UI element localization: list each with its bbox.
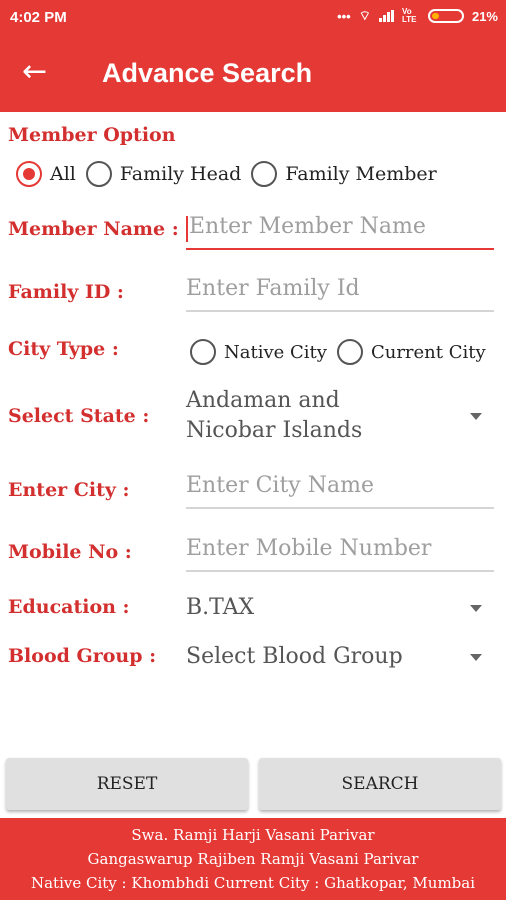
state-dropdown[interactable]: Andaman and Nicobar Islands	[186, 386, 494, 450]
app-bar: ← Advance Search	[0, 36, 506, 112]
city-type-radio-group: Native City Current City	[190, 339, 486, 365]
member-name-input[interactable]: Enter Member Name	[186, 208, 494, 250]
footer-line-3: Native City : Khombhdi Current City : Gh…	[30, 874, 476, 892]
mobile-input[interactable]: Enter Mobile Number	[186, 530, 494, 572]
dropdown-arrow-icon	[470, 605, 482, 612]
back-arrow-icon[interactable]: ←	[22, 54, 58, 90]
radio-family-head[interactable]: Family Head	[85, 161, 251, 187]
notification-dots-icon: •••	[337, 8, 351, 24]
state-value-line1: Andaman and	[186, 388, 340, 413]
member-option-label: Member Option	[8, 124, 176, 146]
reset-button[interactable]: RESET	[6, 758, 248, 810]
footer: Swa. Ramji Harji Vasani Parivar Gangaswa…	[0, 818, 506, 900]
volte-icon: Vo LTE	[401, 7, 417, 24]
family-id-label: Family ID :	[8, 281, 124, 303]
radio-checked-icon	[16, 161, 42, 187]
radio-unchecked-icon	[85, 161, 112, 187]
city-placeholder: Enter City Name	[186, 473, 374, 498]
text-caret	[186, 216, 188, 242]
radio-native-city[interactable]: Native City	[190, 339, 337, 365]
radio-unchecked-icon	[190, 339, 216, 365]
family-id-placeholder: Enter Family Id	[186, 276, 360, 301]
radio-unchecked-icon	[251, 161, 278, 187]
mobile-placeholder: Enter Mobile Number	[186, 536, 432, 561]
blood-group-dropdown[interactable]: Select Blood Group	[186, 639, 494, 675]
radio-label-all: All	[50, 163, 76, 185]
select-state-label: Select State :	[8, 405, 150, 427]
member-name-placeholder: Enter Member Name	[189, 214, 426, 239]
signal-icon	[378, 10, 394, 22]
education-dropdown[interactable]: B.TAX	[186, 590, 494, 626]
status-indicators: ••• ⌔ Vo LTE 21%	[337, 7, 498, 25]
education-label: Education :	[8, 596, 130, 618]
radio-current-city[interactable]: Current City	[336, 339, 486, 365]
radio-label-native-city: Native City	[224, 341, 327, 363]
blood-group-value: Select Blood Group	[186, 644, 403, 669]
dropdown-arrow-icon	[470, 413, 482, 420]
radio-label-family-head: Family Head	[119, 163, 242, 185]
page-title: Advance Search	[102, 58, 313, 88]
search-button[interactable]: SEARCH	[259, 758, 501, 810]
radio-label-current-city: Current City	[370, 341, 486, 363]
city-input[interactable]: Enter City Name	[186, 467, 494, 509]
radio-all[interactable]: All	[16, 161, 86, 187]
enter-city-label: Enter City :	[8, 479, 130, 501]
state-value-line2: Nicobar Islands	[186, 418, 363, 443]
member-name-label: Member Name :	[8, 218, 179, 240]
member-option-radio-group: All Family Head Family Member	[16, 161, 437, 187]
battery-icon	[427, 9, 464, 23]
mobile-no-label: Mobile No :	[8, 541, 132, 563]
dropdown-arrow-icon	[470, 654, 482, 661]
status-bar: 4:02 PM ••• ⌔ Vo LTE 21%	[0, 0, 506, 36]
family-id-input[interactable]: Enter Family Id	[186, 270, 494, 312]
radio-unchecked-icon	[336, 339, 363, 365]
footer-line-1: Swa. Ramji Harji Vasani Parivar	[131, 826, 375, 844]
status-time: 4:02 PM	[10, 9, 67, 26]
education-value: B.TAX	[186, 595, 255, 620]
radio-family-member[interactable]: Family Member	[251, 161, 437, 187]
wifi-icon: ⌔	[358, 9, 371, 24]
blood-group-label: Blood Group :	[8, 645, 157, 667]
radio-label-family-member: Family Member	[285, 163, 437, 185]
city-type-label: City Type :	[8, 338, 119, 360]
battery-percent: 21%	[471, 8, 498, 24]
footer-line-2: Gangaswarup Rajiben Ramji Vasani Parivar	[87, 850, 419, 868]
